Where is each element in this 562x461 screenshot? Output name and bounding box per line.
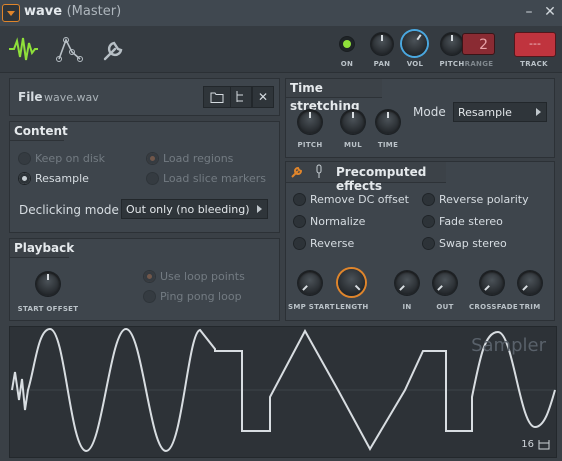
resample-label: Resample: [35, 172, 89, 185]
out-knob[interactable]: [433, 271, 457, 295]
swap-stereo-label: Swap stereo: [439, 237, 507, 250]
ts-mul-label: MUL: [343, 141, 362, 149]
fade-stereo-radio[interactable]: [423, 216, 434, 227]
snap-icon[interactable]: [538, 439, 550, 450]
ts-time-label: TIME: [377, 141, 399, 149]
remove-file-button[interactable]: ✕: [252, 86, 274, 108]
trim-knob[interactable]: [518, 271, 542, 295]
close-button[interactable]: ✕: [541, 3, 559, 21]
pitch-label: PITCH: [439, 60, 465, 68]
volume-knob[interactable]: [402, 31, 427, 56]
close-icon: ✕: [257, 90, 269, 104]
load-slice-markers-label: Load slice markers: [163, 172, 267, 185]
waveform-tab[interactable]: [7, 34, 39, 64]
pan-knob[interactable]: [371, 33, 393, 55]
remove-dc-label: Remove DC offset: [310, 193, 409, 206]
on-label: ON: [340, 60, 354, 68]
toolbar: ON PAN VOL PITCH 2 RANGE --- TRACK: [0, 26, 562, 73]
waveform-view[interactable]: Sampler 16: [9, 326, 557, 458]
resample-radio[interactable]: [19, 173, 30, 184]
file-panel: File wave.wav ✕: [9, 78, 280, 116]
file-label: File: [18, 90, 43, 104]
precomputed-title: Precomputed effects: [336, 165, 427, 193]
sampler-watermark: Sampler: [471, 335, 546, 356]
normalize-label: Normalize: [310, 215, 366, 228]
range-label: RANGE: [464, 60, 494, 68]
mode-label: Mode: [413, 105, 446, 119]
smp-start-knob[interactable]: [298, 271, 322, 295]
use-loop-points-radio[interactable]: [144, 271, 155, 282]
in-label: IN: [402, 303, 412, 311]
ts-pitch-label: PITCH: [297, 141, 323, 149]
keep-on-disk-label: Keep on disk: [35, 152, 106, 165]
mic-icon: [316, 164, 322, 178]
smp-start-label: SMP START: [288, 303, 335, 311]
time-stretching-panel: Time stretching PITCH MUL TIME Mode Resa…: [285, 78, 555, 158]
playback-title: Playback: [10, 239, 74, 258]
load-regions-label: Load regions: [163, 152, 234, 165]
load-regions-radio[interactable]: [147, 153, 158, 164]
time-stretching-title: Time stretching: [286, 79, 382, 113]
reverse-radio[interactable]: [294, 238, 305, 249]
locate-file-button[interactable]: [230, 86, 252, 108]
start-offset-knob[interactable]: [36, 272, 60, 296]
vol-label: VOL: [406, 60, 424, 68]
track-label: TRACK: [520, 60, 548, 68]
declicking-mode-select[interactable]: Out only (no bleeding): [121, 199, 268, 219]
playback-panel: Playback START OFFSET Use loop points Pi…: [9, 238, 280, 321]
precomputed-header: Precomputed effects: [286, 162, 446, 193]
envelope-tab[interactable]: [54, 34, 86, 64]
swap-stereo-radio[interactable]: [423, 238, 434, 249]
trim-label: TRIM: [519, 303, 541, 311]
content-panel: Content Keep on disk Resample Load regio…: [9, 121, 280, 233]
wrench-icon: [291, 166, 303, 178]
mode-select[interactable]: Resample: [453, 102, 547, 122]
in-knob[interactable]: [395, 271, 419, 295]
window-title: wave (Master): [24, 4, 122, 19]
on-led-icon: [343, 40, 351, 48]
fade-stereo-label: Fade stereo: [439, 215, 503, 228]
ts-time-knob[interactable]: [376, 110, 400, 134]
out-label: OUT: [436, 303, 454, 311]
normalize-radio[interactable]: [294, 216, 305, 227]
open-file-button[interactable]: [203, 86, 231, 108]
crossfade-label: CROSSFADE: [469, 303, 518, 311]
window-menu-button[interactable]: [2, 4, 20, 22]
file-name[interactable]: wave.wav: [44, 91, 99, 104]
precomputed-effects-panel: Precomputed effects Remove DC offset Nor…: [285, 161, 555, 321]
pan-label: PAN: [373, 60, 391, 68]
declicking-label: Declicking mode: [19, 203, 119, 217]
ts-mul-knob[interactable]: [341, 110, 365, 134]
remove-dc-radio[interactable]: [294, 194, 305, 205]
pitch-knob[interactable]: [441, 33, 463, 55]
tree-icon: [236, 91, 243, 102]
wrench-tab[interactable]: [97, 34, 129, 64]
content-title: Content: [10, 122, 68, 141]
length-label: LENGTH: [335, 303, 369, 311]
reverse-polarity-radio[interactable]: [423, 194, 434, 205]
minimize-button[interactable]: –: [520, 3, 538, 21]
pitch-range-display[interactable]: 2: [462, 33, 495, 55]
length-knob[interactable]: [338, 269, 365, 296]
track-selector[interactable]: ---: [514, 32, 556, 57]
waveform-icon: [9, 37, 38, 61]
folder-icon: [210, 92, 224, 103]
ping-pong-loop-label: Ping pong loop: [160, 290, 242, 303]
reverse-polarity-label: Reverse polarity: [439, 193, 529, 206]
ping-pong-loop-radio[interactable]: [144, 291, 155, 302]
reverse-label: Reverse: [310, 237, 355, 250]
load-slice-markers-radio[interactable]: [147, 173, 158, 184]
title-bar: wave (Master) – ✕: [0, 0, 562, 27]
on-toggle[interactable]: [340, 37, 354, 51]
use-loop-points-label: Use loop points: [160, 270, 245, 283]
start-offset-label: START OFFSET: [17, 305, 79, 313]
crossfade-knob[interactable]: [480, 271, 504, 295]
ts-pitch-knob[interactable]: [298, 110, 322, 134]
keep-on-disk-radio[interactable]: [19, 153, 30, 164]
bit-depth-label: 16: [521, 439, 534, 450]
envelope-icon: [56, 37, 83, 62]
wrench-icon: [103, 41, 123, 61]
